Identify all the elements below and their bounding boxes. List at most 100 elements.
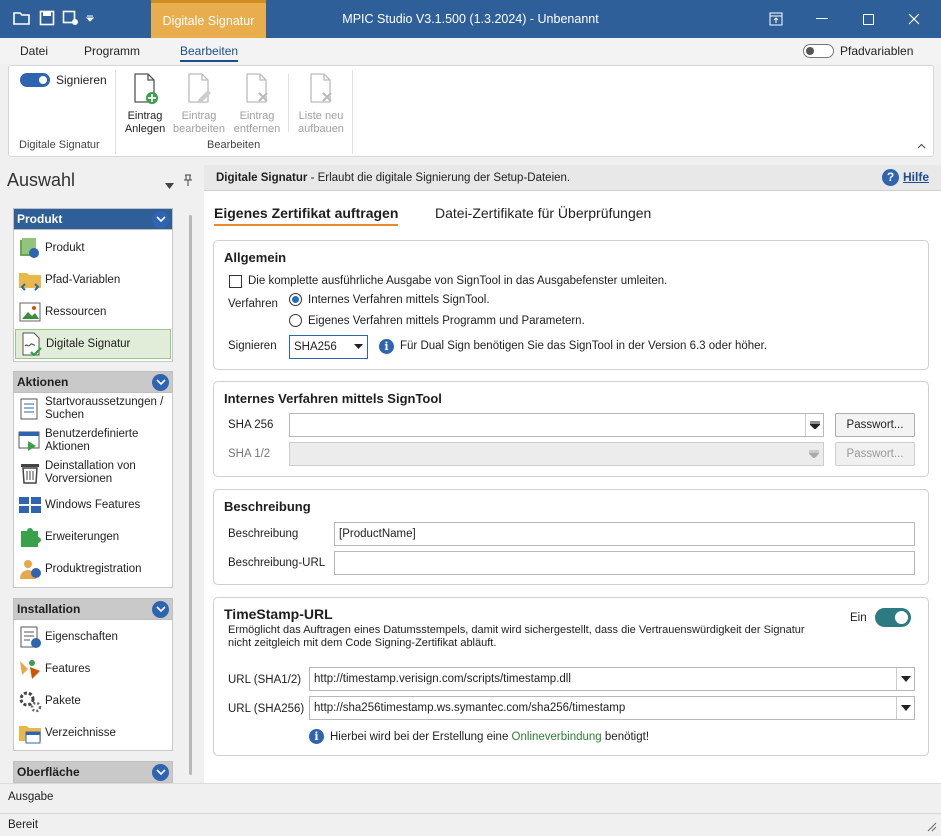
nav-item-startvoraussetzungen[interactable]: Startvoraussetzungen / Suchen xyxy=(15,394,171,424)
ausgabe-panel[interactable]: Ausgabe xyxy=(0,783,941,813)
tab-datei[interactable]: Datei xyxy=(20,44,48,58)
beschreibung-url-input[interactable] xyxy=(334,551,915,575)
nav-item-features[interactable]: Features xyxy=(15,654,171,684)
help-icon[interactable]: ? xyxy=(882,169,899,186)
info-icon: i xyxy=(379,339,394,354)
restore-ribbon-icon[interactable] xyxy=(753,0,799,38)
section-header-oberflaeche[interactable]: Oberfläche xyxy=(13,761,173,783)
status-bar: Bereit xyxy=(0,813,941,836)
liste-neu-aufbauen-button[interactable]: Liste neu aufbauen xyxy=(294,72,348,136)
section-body-produkt: Produkt Pfad-Variablen Ressourcen Digita… xyxy=(13,230,173,362)
dropdown-arrow-icon[interactable] xyxy=(896,668,914,690)
tab-bearbeiten[interactable]: Bearbeiten xyxy=(180,44,239,62)
section-body-installation: Eigenschaften Features Pakete Verzeichni… xyxy=(13,620,173,751)
sha256-label: SHA 256 xyxy=(228,419,274,431)
eintrag-entfernen-button[interactable]: Eintrag entfernen xyxy=(231,72,283,136)
nav-item-produktregistration[interactable]: Produktregistration xyxy=(15,554,171,584)
nav-item-benutzerdefinierte-aktionen[interactable]: Benutzerdefinierte Aktionen xyxy=(15,426,171,456)
nav-item-ressourcen[interactable]: Ressourcen xyxy=(15,297,171,327)
collapse-chevron-icon[interactable] xyxy=(152,211,169,228)
dropdown-arrow-icon[interactable] xyxy=(805,414,823,436)
nav-item-windows-features[interactable]: Windows Features xyxy=(15,490,171,520)
collapse-chevron-icon[interactable] xyxy=(152,601,169,618)
context-tab-digitale-signatur[interactable]: Digitale Signatur xyxy=(151,0,266,38)
nav-item-deinstallation[interactable]: Deinstallation von Vorversionen xyxy=(15,458,171,488)
collapse-ribbon-icon[interactable] xyxy=(917,138,926,152)
left-pane-scrollbar[interactable] xyxy=(189,215,192,775)
nav-item-erweiterungen[interactable]: Erweiterungen xyxy=(15,522,171,552)
signieren-label: Signieren xyxy=(56,73,107,87)
url-sha256-combobox[interactable]: http://sha256timestamp.ws.symantec.com/s… xyxy=(309,696,915,720)
ein-label: Ein xyxy=(850,612,867,624)
save-settings-icon[interactable] xyxy=(62,9,80,27)
nav-item-pakete[interactable]: Pakete xyxy=(15,686,171,716)
folder-window-icon xyxy=(19,726,41,744)
sha256-certificate-select[interactable] xyxy=(289,413,824,437)
maximize-icon[interactable] xyxy=(845,0,891,38)
ribbon: Signieren Digitale Signatur Eintrag Anleg… xyxy=(8,65,934,157)
pfadvariablen-toggle[interactable] xyxy=(803,44,834,58)
image-resource-icon xyxy=(19,302,41,322)
passwort-sha1-button[interactable]: Passwort... xyxy=(835,442,915,466)
signtool-output-checkbox[interactable] xyxy=(229,275,242,288)
panel-title-timestamp: TimeStamp-URL xyxy=(224,606,333,622)
radio-eigenes-verfahren[interactable] xyxy=(289,314,302,327)
section-header-produkt[interactable]: Produkt xyxy=(13,208,173,230)
signieren-select[interactable]: SHA256 xyxy=(289,335,368,359)
save-icon[interactable] xyxy=(38,9,56,27)
nav-item-eigenschaften[interactable]: Eigenschaften xyxy=(15,622,171,652)
dropdown-arrow-icon[interactable] xyxy=(349,336,367,358)
collapse-chevron-icon[interactable] xyxy=(152,764,169,781)
ribbon-tab-row xyxy=(0,38,941,64)
minimize-icon[interactable] xyxy=(799,0,845,38)
signieren-toggle[interactable] xyxy=(20,73,50,87)
radio-eigenes-verfahren-label: Eigenes Verfahren mittels Programm und P… xyxy=(308,315,585,327)
url-sha1-combobox[interactable]: http://timestamp.verisign.com/scripts/ti… xyxy=(309,667,915,691)
radio-internes-verfahren[interactable] xyxy=(289,293,302,306)
puzzle-icon xyxy=(21,528,41,547)
close-icon[interactable] xyxy=(891,0,937,38)
signed-document-icon xyxy=(22,332,42,356)
tab-programm[interactable]: Programm xyxy=(84,44,140,58)
nav-item-verzeichnisse[interactable]: Verzeichnisse xyxy=(15,718,171,748)
collapse-chevron-icon[interactable] xyxy=(152,374,169,391)
tab-eigenes-zertifikat[interactable]: Eigenes Zertifikat auftragen xyxy=(214,205,399,226)
nav-item-pfad-variablen[interactable]: Pfad-Variablen xyxy=(15,265,171,295)
eintrag-bearbeiten-button[interactable]: Eintrag bearbeiten xyxy=(173,72,225,136)
group-label-digitale-signatur: Digitale Signatur xyxy=(19,139,100,151)
panel-title-allgemein: Allgemein xyxy=(224,250,287,265)
custom-action-icon xyxy=(18,431,40,451)
status-text: Bereit xyxy=(8,819,39,831)
sha1-certificate-select[interactable] xyxy=(289,442,824,466)
beschreibung-input[interactable]: [ProductName] xyxy=(334,522,915,546)
nav-item-digitale-signatur[interactable]: Digitale Signatur xyxy=(15,329,171,359)
timestamp-toggle[interactable] xyxy=(875,608,911,627)
dropdown-arrow-icon[interactable] xyxy=(896,697,914,719)
eintrag-anlegen-button[interactable]: Eintrag Anlegen xyxy=(119,72,171,136)
help-link[interactable]: Hilfe xyxy=(903,170,929,184)
section-header-installation[interactable]: Installation xyxy=(13,598,173,620)
auswahl-pane: Auswahl Produkt Produkt Pfad-Variablen R… xyxy=(4,165,199,783)
pin-icon[interactable] xyxy=(183,174,193,189)
signtool-output-label: Die komplette ausführliche Ausgabe von S… xyxy=(248,275,668,287)
gears-icon xyxy=(19,691,42,713)
panel-title-internes-verfahren: Internes Verfahren mittels SignTool xyxy=(224,391,442,406)
pfadvariablen-label: Pfadvariablen xyxy=(840,44,914,58)
delete-document-icon xyxy=(246,73,268,103)
nav-item-produkt[interactable]: Produkt xyxy=(15,233,171,263)
signieren-select-label: Signieren xyxy=(228,340,277,352)
windows-logo-icon xyxy=(19,497,41,513)
resize-grip-icon[interactable] xyxy=(927,821,937,835)
panel-title-beschreibung: Beschreibung xyxy=(224,499,311,514)
section-header-aktionen[interactable]: Aktionen xyxy=(13,371,173,393)
timestamp-description: Ermöglicht das Auftragen eines Datumsste… xyxy=(228,624,805,649)
features-icon xyxy=(20,660,40,679)
tab-datei-zertifikate[interactable]: Datei-Zertifikate für Überprüfungen xyxy=(435,205,651,221)
open-folder-icon[interactable] xyxy=(13,9,31,27)
onlineverbindung-link[interactable]: Onlineverbindung xyxy=(512,731,602,743)
passwort-sha256-button[interactable]: Passwort... xyxy=(835,413,915,437)
panel-allgemein: Allgemein Die komplette ausführliche Aus… xyxy=(213,240,929,370)
pane-dropdown-icon[interactable] xyxy=(165,178,174,192)
quick-access-dropdown-icon[interactable] xyxy=(84,9,96,27)
dropdown-arrow-icon[interactable] xyxy=(805,443,823,465)
